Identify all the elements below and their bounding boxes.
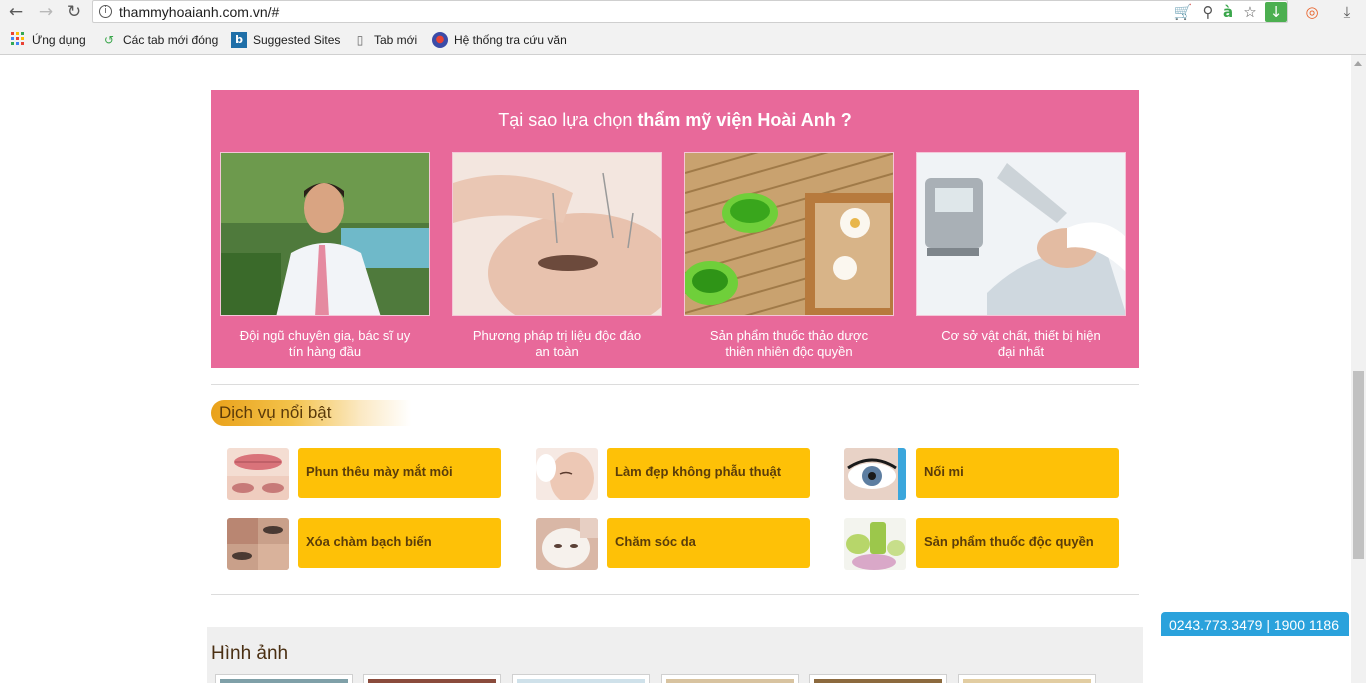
hotline-badge[interactable]: 0243.773.3479 | 1900 1186 xyxy=(1161,612,1349,636)
service-button[interactable]: Làm đẹp không phẫu thuật xyxy=(607,448,810,498)
scroll-thumb[interactable] xyxy=(1353,371,1364,559)
gallery-thumb[interactable] xyxy=(661,674,799,683)
page-icon: ▯ xyxy=(356,33,364,47)
why-card-caption: Phương pháp trị liệu độc đáo an toàn xyxy=(452,328,662,360)
why-card-caption: Cơ sở vật chất, thiết bị hiện đại nhất xyxy=(916,328,1126,360)
skin-photo[interactable] xyxy=(227,518,289,570)
downloads-icon[interactable]: ⤓ xyxy=(1337,2,1357,22)
divider xyxy=(211,594,1139,595)
why-card-caption: Sản phẩm thuốc thảo dược thiên nhiên độc … xyxy=(684,328,894,360)
bing-icon: b xyxy=(231,32,247,48)
bookmark-label: Hệ thống tra cứu văn xyxy=(454,33,567,47)
service-button[interactable]: Phun thêu mày mắt môi xyxy=(298,448,501,498)
site-info-icon[interactable]: i xyxy=(99,5,112,18)
caption-line: đại nhất xyxy=(997,344,1045,359)
service-label: Sản phẩm thuốc độc quyền xyxy=(924,534,1094,549)
why-card[interactable]: Đội ngũ chuyên gia, bác sĩ uy tín hàng đầ… xyxy=(220,152,430,360)
heading-text: Dịch vụ nổi bật xyxy=(219,403,332,422)
page-scrollbar[interactable] xyxy=(1351,55,1366,683)
bookmark-recent-tabs[interactable]: ↺ Các tab mới đóng xyxy=(101,32,218,48)
caption-line: tín hàng đầu xyxy=(288,344,362,359)
translate-icon[interactable]: à xyxy=(1221,2,1235,22)
lips-photo[interactable] xyxy=(227,448,289,500)
bookmark-label: Tab mới xyxy=(374,33,418,47)
caption-line: thiên nhiên độc quyền xyxy=(725,344,853,359)
bookmark-suggested-sites[interactable]: b Suggested Sites xyxy=(231,32,340,48)
scroll-up-icon[interactable] xyxy=(1354,61,1362,66)
laser-device-photo[interactable] xyxy=(916,152,1126,316)
why-card[interactable]: Phương pháp trị liệu độc đáo an toàn xyxy=(452,152,662,360)
bookmark-lookup-system[interactable]: ● Hệ thống tra cứu văn xyxy=(432,32,572,48)
why-choose-section: Tại sao lựa chọn thẩm mỹ viện Hoài Anh ?… xyxy=(211,90,1139,368)
service-label: Xóa chàm bạch biến xyxy=(306,534,432,549)
bookmarks-bar: Ứng dụng ↺ Các tab mới đóng b Suggested Si… xyxy=(0,25,1366,55)
gallery-title: Hình ảnh xyxy=(211,643,289,664)
gallery-thumb[interactable] xyxy=(809,674,947,683)
title-prefix: Tại sao lựa chọn xyxy=(498,110,638,130)
caption-line: Đội ngũ chuyên gia, bác sĩ uy xyxy=(239,328,411,343)
title-bold: thẩm mỹ viện Hoài Anh ? xyxy=(637,110,852,130)
caption-line: Sản phẩm thuốc thảo dược xyxy=(709,328,869,343)
eyelash-photo[interactable] xyxy=(844,448,906,500)
why-card-caption: Đội ngũ chuyên gia, bác sĩ uy tín hàng đầ… xyxy=(220,328,430,360)
service-label: Chăm sóc da xyxy=(615,534,696,549)
caption-line: Cơ sở vật chất, thiết bị hiện xyxy=(941,328,1101,343)
service-button[interactable]: Sản phẩm thuốc độc quyền xyxy=(916,518,1119,568)
reload-icon[interactable]: ↻ xyxy=(64,2,84,22)
acupuncture-photo[interactable] xyxy=(452,152,662,316)
history-icon: ↺ xyxy=(103,33,115,47)
service-button[interactable]: Xóa chàm bạch biến xyxy=(298,518,501,568)
hotline-text: 0243.773.3479 | 1900 1186 xyxy=(1169,617,1339,633)
seal-icon: ● xyxy=(432,32,448,48)
doctor-photo[interactable] xyxy=(220,152,430,316)
page-content: Tại sao lựa chọn thẩm mỹ viện Hoài Anh ?… xyxy=(0,55,1351,683)
divider xyxy=(211,384,1139,385)
url-text[interactable]: thammyhoaianh.com.vn/# xyxy=(119,4,279,20)
cart-icon[interactable]: 🛒 xyxy=(1173,2,1193,22)
service-label: Làm đẹp không phẫu thuật xyxy=(615,464,782,479)
zoom-icon[interactable]: ⚲ xyxy=(1199,2,1217,22)
facial-mask-photo[interactable] xyxy=(536,518,598,570)
service-label: Phun thêu mày mắt môi xyxy=(306,464,453,479)
caption-line: an toàn xyxy=(535,344,579,359)
caption-line: Phương pháp trị liệu độc đáo xyxy=(472,328,642,343)
bookmark-star-icon[interactable]: ☆ xyxy=(1241,2,1259,22)
why-card[interactable]: Cơ sở vật chất, thiết bị hiện đại nhất xyxy=(916,152,1126,360)
gallery-thumb[interactable] xyxy=(512,674,650,683)
gallery-thumb[interactable] xyxy=(958,674,1096,683)
herbal-candles-photo[interactable] xyxy=(684,152,894,316)
bookmark-new-tab[interactable]: ▯ Tab mới xyxy=(352,32,418,48)
bookmark-label: Các tab mới đóng xyxy=(123,33,219,47)
gallery-thumb[interactable] xyxy=(215,674,353,683)
why-card[interactable]: Sản phẩm thuốc thảo dược thiên nhiên độc … xyxy=(684,152,894,360)
bookmark-label: Suggested Sites xyxy=(253,33,341,47)
service-button[interactable]: Nối mi xyxy=(916,448,1119,498)
gallery-thumb[interactable] xyxy=(363,674,501,683)
face-care-photo[interactable] xyxy=(536,448,598,500)
service-label: Nối mi xyxy=(924,464,964,479)
featured-services-heading: Dịch vụ nổi bật xyxy=(211,400,411,426)
bookmark-label: Ứng dụng xyxy=(32,33,86,47)
service-button[interactable]: Chăm sóc da xyxy=(607,518,810,568)
extension-icon[interactable]: ◎ xyxy=(1302,2,1322,22)
address-bar[interactable]: i thammyhoaianh.com.vn/# 🛒 ⚲ à ☆ ↓ xyxy=(92,0,1288,23)
forward-arrow-icon[interactable]: → xyxy=(36,2,56,22)
browser-toolbar: ← → ↻ i thammyhoaianh.com.vn/# 🛒 ⚲ à ☆ ↓… xyxy=(0,0,1366,25)
product-photo[interactable] xyxy=(844,518,906,570)
download-helper-icon[interactable]: ↓ xyxy=(1265,2,1287,22)
why-choose-title: Tại sao lựa chọn thẩm mỹ viện Hoài Anh ? xyxy=(211,110,1139,131)
bookmark-apps[interactable]: Ứng dụng xyxy=(10,32,86,48)
back-arrow-icon[interactable]: ← xyxy=(6,2,26,22)
apps-grid-icon xyxy=(10,32,26,48)
